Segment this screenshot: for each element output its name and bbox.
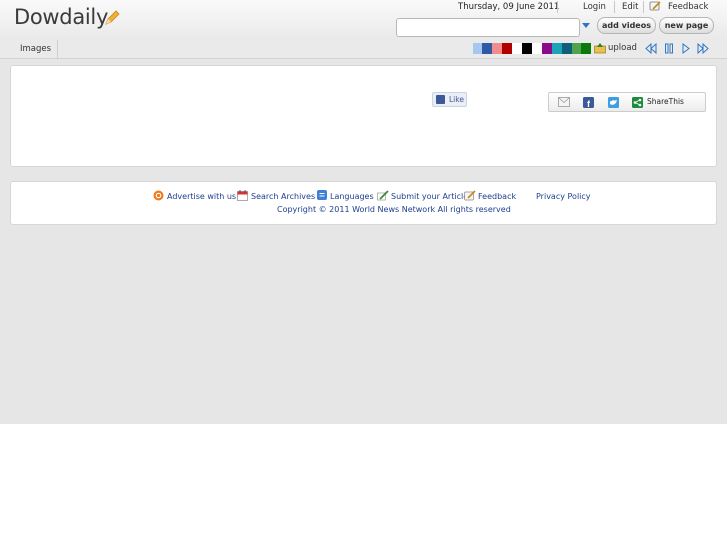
edit-link[interactable]: Edit bbox=[622, 2, 638, 12]
content-panel bbox=[10, 65, 717, 167]
sharethis-icon[interactable] bbox=[632, 97, 643, 108]
color-swatch[interactable] bbox=[522, 43, 532, 54]
languages-icon bbox=[317, 190, 327, 200]
tab-images[interactable]: Images bbox=[0, 40, 59, 58]
color-swatch[interactable] bbox=[502, 43, 512, 54]
search-archives-link[interactable]: Search Archives bbox=[251, 192, 315, 201]
footer-panel bbox=[10, 181, 717, 225]
site-logo[interactable]: Dowdaily bbox=[14, 5, 120, 29]
calendar-icon bbox=[237, 190, 248, 201]
add-videos-button[interactable]: add videos bbox=[597, 17, 656, 34]
site-logo-text: Dowdaily bbox=[14, 5, 109, 29]
color-swatch[interactable] bbox=[542, 43, 552, 54]
facebook-icon bbox=[436, 95, 445, 104]
toolbar: Images upload bbox=[0, 40, 727, 59]
like-label: Like bbox=[449, 95, 464, 104]
submit-article-icon bbox=[377, 190, 389, 201]
feedback-link[interactable]: Feedback bbox=[668, 2, 708, 12]
play-icon[interactable] bbox=[681, 43, 691, 54]
pause-icon[interactable] bbox=[664, 43, 674, 54]
page-background: Dowdaily Thursday, 09 June 2011 Login Ed… bbox=[0, 0, 727, 424]
color-swatch[interactable] bbox=[473, 43, 482, 54]
fast-forward-icon[interactable] bbox=[697, 43, 709, 54]
rewind-icon[interactable] bbox=[645, 43, 657, 54]
color-swatch[interactable] bbox=[512, 43, 522, 54]
feedback-footer-link[interactable]: Feedback bbox=[478, 192, 516, 201]
date-text: Thursday, 09 June 2011 bbox=[458, 2, 560, 12]
search-input[interactable] bbox=[396, 18, 580, 37]
upload-icon bbox=[594, 43, 606, 54]
share-bar: f ShareThis bbox=[548, 92, 706, 112]
new-page-button[interactable]: new page bbox=[659, 17, 714, 34]
color-swatch[interactable] bbox=[532, 43, 542, 54]
pencil-icon bbox=[105, 10, 120, 25]
color-swatch[interactable] bbox=[492, 43, 502, 54]
sharethis-label[interactable]: ShareThis bbox=[647, 97, 684, 106]
upload-link[interactable]: upload bbox=[608, 43, 637, 53]
twitter-icon[interactable] bbox=[608, 97, 619, 108]
advertise-link[interactable]: Advertise with us! bbox=[167, 192, 239, 201]
color-swatch[interactable] bbox=[552, 43, 562, 54]
facebook-share-icon[interactable]: f bbox=[583, 97, 594, 108]
header: Dowdaily Thursday, 09 June 2011 Login Ed… bbox=[0, 0, 727, 41]
divider bbox=[557, 1, 558, 13]
color-swatch[interactable] bbox=[482, 43, 492, 54]
advertise-icon bbox=[153, 190, 164, 201]
email-icon[interactable] bbox=[558, 97, 570, 107]
feedback-icon bbox=[464, 190, 476, 201]
copyright-text: Copyright © 2011 World News Network All … bbox=[277, 205, 511, 214]
color-swatch[interactable] bbox=[572, 43, 581, 54]
dropdown-arrow-icon[interactable] bbox=[582, 23, 590, 28]
privacy-policy-link[interactable]: Privacy Policy bbox=[536, 192, 591, 201]
color-swatch[interactable] bbox=[562, 43, 572, 54]
login-link[interactable]: Login bbox=[583, 2, 606, 12]
color-swatch[interactable] bbox=[581, 43, 591, 54]
divider bbox=[614, 1, 615, 13]
facebook-like-button[interactable]: Like bbox=[432, 92, 467, 107]
feedback-icon bbox=[649, 1, 661, 11]
submit-article-link[interactable]: Submit your Article bbox=[391, 192, 468, 201]
languages-link[interactable]: Languages bbox=[330, 192, 374, 201]
divider bbox=[643, 1, 644, 13]
